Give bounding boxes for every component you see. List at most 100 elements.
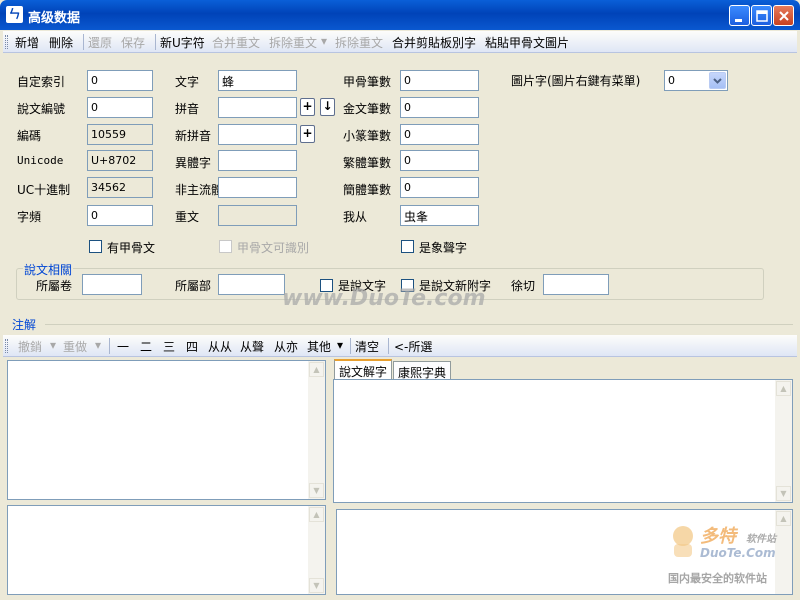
brand-slogan-text: 国内最安全的软件站: [668, 572, 767, 585]
toolbar-grip[interactable]: [5, 339, 8, 353]
add-button[interactable]: 新增: [15, 34, 39, 51]
duplicate-label: 重文: [175, 210, 200, 224]
non-main-label: 非主流體: [175, 183, 224, 197]
scroll-down-icon[interactable]: ▼: [309, 578, 324, 593]
close-icon: [779, 11, 789, 21]
close-button[interactable]: [773, 5, 794, 26]
non-main-input[interactable]: [218, 177, 297, 198]
code-label: 編碼: [17, 129, 42, 143]
scroll-up-icon[interactable]: ▲: [309, 507, 324, 522]
clear-button[interactable]: 清空: [355, 338, 379, 355]
save-button[interactable]: 保存: [121, 34, 145, 51]
insert-three-button[interactable]: 三: [163, 338, 175, 355]
chevron-down-icon[interactable]: ▾: [321, 34, 327, 48]
fanqie-input[interactable]: [543, 274, 609, 295]
insert-one-button[interactable]: 一: [117, 338, 129, 355]
new-pinyin-input[interactable]: [218, 124, 297, 145]
has-oracle-checkbox[interactable]: [89, 240, 102, 253]
insert-four-button[interactable]: 四: [186, 338, 198, 355]
radical-label: 所屬部: [175, 279, 212, 293]
add-pinyin-button[interactable]: +: [300, 98, 315, 116]
remove-duplicate-button[interactable]: 拆除重文: [335, 34, 383, 51]
shuowen-number-input[interactable]: 0: [87, 97, 153, 118]
toolbar-separator: [109, 338, 110, 354]
insert-selection-button[interactable]: <-所選: [394, 338, 432, 355]
has-oracle-label: 有甲骨文: [107, 241, 156, 255]
brand-en-text: DuoTe.Com: [700, 546, 776, 560]
from-label: 我从: [343, 210, 368, 224]
new-pinyin-label: 新拼音: [175, 129, 212, 143]
small-seal-strokes-input[interactable]: 0: [400, 124, 479, 145]
paste-oracle-image-button[interactable]: 粘貼甲骨文圖片: [485, 34, 569, 51]
toolbar-grip[interactable]: [5, 35, 8, 49]
arrow-down-icon[interactable]: ↓: [320, 98, 335, 116]
undo-button[interactable]: 撤銷: [18, 338, 42, 355]
frequency-label: 字頻: [17, 210, 42, 224]
scroll-up-icon[interactable]: ▲: [776, 381, 791, 396]
dictionary-content-top[interactable]: ▲ ▼: [333, 379, 793, 503]
pinyin-input[interactable]: [218, 97, 297, 118]
duplicate-field: [218, 205, 297, 226]
notes-editor-top[interactable]: ▲ ▼: [7, 360, 326, 500]
new-u-char-button[interactable]: 新U字符: [160, 34, 205, 51]
notes-toolbar: 撤銷 ▾ 重做 ▾ 一 二 三 四 从从 从聲 从亦 其他 ▾ 清空 <-所選: [3, 335, 797, 357]
add-new-pinyin-button[interactable]: +: [300, 125, 315, 143]
uc-decimal-label: UC十進制: [17, 183, 71, 197]
trad-strokes-input[interactable]: 0: [400, 150, 479, 171]
shuowen-number-label: 說文編號: [17, 102, 66, 116]
scroll-up-icon[interactable]: ▲: [309, 362, 324, 377]
from-input[interactable]: 虫夆: [400, 205, 479, 226]
variant-input[interactable]: [218, 150, 297, 171]
radical-input[interactable]: [218, 274, 285, 295]
variant-label: 異體字: [175, 156, 212, 170]
merge-clipboard-variant-button[interactable]: 合并剪貼板別字: [392, 34, 476, 51]
simp-strokes-input[interactable]: 0: [400, 177, 479, 198]
maximize-icon: [756, 10, 768, 22]
scroll-down-icon[interactable]: ▼: [309, 483, 324, 498]
chevron-down-icon[interactable]: ▾: [337, 338, 343, 352]
chevron-down-icon[interactable]: ▾: [50, 338, 56, 352]
tab-kangxi-dictionary[interactable]: 康熙字典: [393, 361, 452, 380]
small-seal-strokes-label: 小篆筆數: [343, 129, 392, 143]
main-toolbar: 新增 刪除 還原 保存 新U字符 合并重文 拆除重文 ▾ 拆除重文 合并剪貼板別…: [3, 31, 797, 53]
congsheng-button[interactable]: 从聲: [240, 338, 264, 355]
brand-sub-text: 软件站: [746, 534, 776, 545]
insert-two-button[interactable]: 二: [140, 338, 152, 355]
image-char-dropdown[interactable]: 0: [664, 70, 728, 91]
bronze-strokes-input[interactable]: 0: [400, 97, 479, 118]
other-dropdown-button[interactable]: 其他: [307, 338, 331, 355]
pictophonetic-checkbox[interactable]: [401, 240, 414, 253]
tab-shuowen-jiezi[interactable]: 說文解字: [334, 359, 393, 379]
oracle-strokes-input[interactable]: 0: [400, 70, 479, 91]
character-input[interactable]: 蜂: [218, 70, 297, 91]
custom-index-input[interactable]: 0: [87, 70, 153, 91]
watermark-center: www.DuoTe.com: [282, 286, 486, 311]
redo-button[interactable]: 重做: [63, 338, 87, 355]
vertical-scrollbar[interactable]: ▲ ▼: [775, 380, 792, 502]
notes-title: 注解: [12, 318, 37, 332]
congyi-button[interactable]: 从亦: [274, 338, 298, 355]
code-field: 10559: [87, 124, 153, 145]
minimize-button[interactable]: [729, 5, 750, 26]
character-label: 文字: [175, 75, 200, 89]
volume-input[interactable]: [82, 274, 142, 295]
chevron-down-icon[interactable]: ▾: [95, 338, 101, 352]
chevron-down-icon[interactable]: [709, 72, 726, 89]
delete-button[interactable]: 刪除: [49, 34, 73, 51]
merge-duplicate-button[interactable]: 合并重文: [212, 34, 260, 51]
notes-editor-bottom[interactable]: ▲ ▼: [7, 505, 326, 595]
maximize-button[interactable]: [751, 5, 772, 26]
frequency-input[interactable]: 0: [87, 205, 153, 226]
title-bar[interactable]: ㄣ 高级数据: [0, 0, 800, 30]
vertical-scrollbar[interactable]: ▲ ▼: [308, 506, 325, 594]
split-duplicate-button[interactable]: 拆除重文: [269, 34, 317, 51]
scroll-down-icon[interactable]: ▼: [776, 486, 791, 501]
toolbar-separator: [83, 34, 84, 50]
mascot-icon: [673, 526, 693, 557]
vertical-scrollbar[interactable]: ▲ ▼: [308, 361, 325, 499]
oracle-recognizable-checkbox[interactable]: [219, 240, 232, 253]
bronze-strokes-label: 金文筆數: [343, 102, 392, 116]
congcong-button[interactable]: 从从: [208, 338, 232, 355]
restore-button[interactable]: 還原: [88, 34, 112, 51]
image-char-label: 圖片字(圖片右鍵有菜單): [511, 74, 641, 88]
